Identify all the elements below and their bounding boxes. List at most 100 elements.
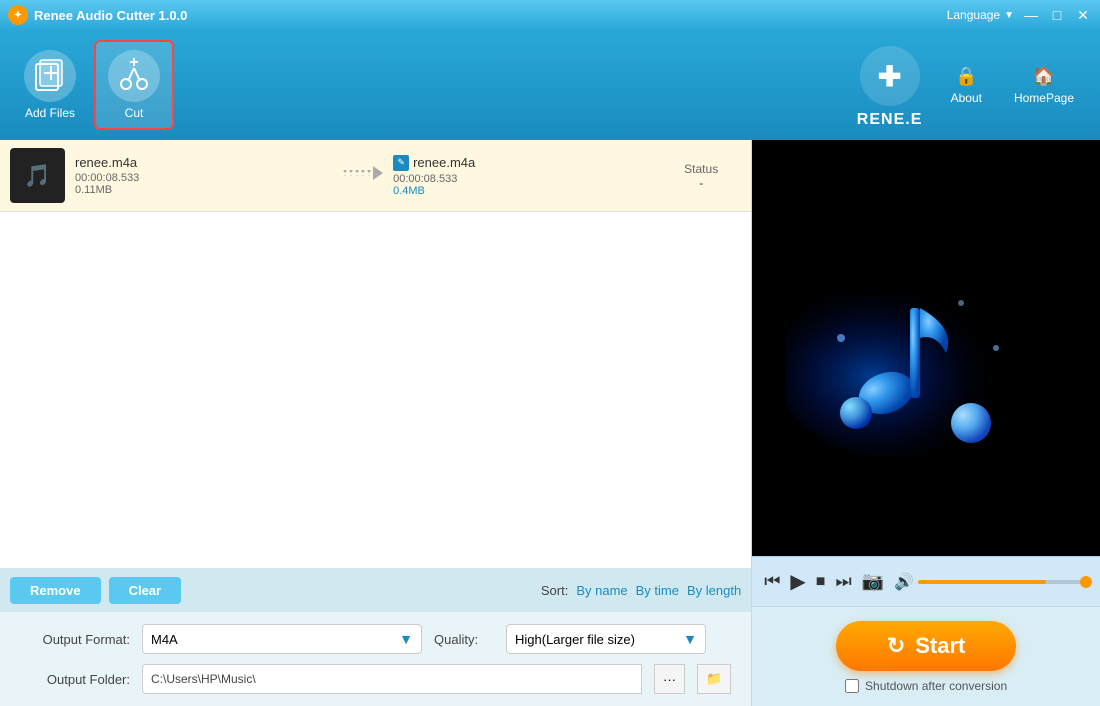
shutdown-checkbox[interactable] [845, 679, 859, 693]
close-button[interactable]: ✕ [1074, 6, 1092, 24]
play-icon: ▶ [790, 569, 805, 594]
output-format-label: Output Format: [20, 632, 130, 647]
rene-logo: ✚ RENE.E [855, 41, 925, 129]
quality-value: High(Larger file size) [515, 632, 635, 647]
title-bar-left: ✦ Renee Audio Cutter 1.0.0 [8, 5, 187, 25]
music-visual [752, 140, 1100, 556]
status-header: Status [661, 162, 741, 176]
shutdown-row: Shutdown after conversion [845, 679, 1007, 693]
source-file-name: renee.m4a [75, 155, 333, 170]
homepage-label: HomePage [1014, 91, 1074, 105]
output-file-size: 0.4MB [393, 185, 651, 197]
cut-button[interactable]: Cut [94, 40, 174, 130]
format-value: M4A [151, 632, 178, 647]
quality-label: Quality: [434, 632, 494, 647]
title-bar: ✦ Renee Audio Cutter 1.0.0 Language ▼ — … [0, 0, 1100, 30]
start-label: Start [915, 633, 965, 659]
sort-label: Sort: [541, 583, 568, 598]
app-logo: ✦ [8, 5, 28, 25]
settings-bar: Output Format: M4A ▼ Quality: High(Large… [0, 612, 751, 706]
volume-thumb[interactable] [1080, 576, 1092, 588]
output-folder-label: Output Folder: [20, 672, 130, 687]
player-controls: ⏮ ▶ ■ ⏭ 📷 🔊 [752, 556, 1100, 606]
about-nav-item[interactable]: 🔒 About [935, 58, 998, 113]
output-file-duration: 00:00:08.533 [393, 173, 651, 185]
add-files-label: Add Files [25, 106, 75, 120]
volume-slider[interactable]: 🔊 [894, 572, 1088, 592]
edit-icon: ✎ [393, 155, 409, 171]
volume-fill [918, 580, 1046, 584]
source-file-duration: 00:00:08.533 [75, 172, 333, 184]
table-row: 🎵 renee.m4a 00:00:08.533 0.11MB [0, 140, 751, 212]
output-file-name: ✎ renee.m4a [393, 155, 651, 171]
skip-back-button[interactable]: ⏮ [764, 571, 780, 592]
file-list: 🎵 renee.m4a 00:00:08.533 0.11MB [0, 140, 751, 568]
rene-logo-img: ✚ [855, 41, 925, 111]
music-note-visual [786, 238, 1066, 458]
skip-forward-icon: ⏭ [835, 571, 851, 592]
format-dropdown-arrow: ▼ [399, 631, 413, 647]
folder-row: Output Folder: C:\Users\HP\Music\ ··· 📁 [20, 664, 731, 694]
start-area: ↻ Start Shutdown after conversion [752, 606, 1100, 706]
sort-area: Sort: By name By time By length [541, 583, 741, 598]
title-bar-right: Language ▼ — □ ✕ [947, 6, 1092, 24]
cut-icon [108, 50, 160, 102]
remove-button[interactable]: Remove [10, 577, 101, 604]
file-thumbnail: 🎵 [10, 148, 65, 203]
quality-select[interactable]: High(Larger file size) ▼ [506, 624, 706, 654]
bottom-controls: Remove Clear Sort: By name By time By le… [0, 568, 751, 612]
preview-area [752, 140, 1100, 556]
folder-open-icon: 📁 [706, 671, 722, 687]
cut-label: Cut [125, 106, 144, 120]
browse-dots-icon: ··· [663, 672, 676, 687]
app-title: Renee Audio Cutter 1.0.0 [34, 8, 187, 23]
restore-button[interactable]: □ [1048, 6, 1066, 24]
folder-path: C:\Users\HP\Music\ [151, 672, 256, 686]
about-icon: 🔒 [955, 66, 977, 87]
skip-forward-button[interactable]: ⏭ [835, 571, 851, 592]
rene-brand-text: RENE.E [857, 111, 923, 129]
screenshot-button[interactable]: 📷 [862, 571, 884, 592]
file-status: Status - [661, 162, 741, 190]
add-files-button[interactable]: Add Files [10, 40, 90, 130]
music-thumb-icon: 🎵 [24, 163, 51, 189]
sort-by-name-link[interactable]: By name [576, 583, 627, 598]
skip-back-icon: ⏮ [764, 571, 780, 592]
homepage-nav-item[interactable]: 🏠 HomePage [998, 58, 1090, 113]
file-source-info: renee.m4a 00:00:08.533 0.11MB [75, 155, 333, 196]
play-button[interactable]: ▶ [790, 569, 805, 594]
left-panel: 🎵 renee.m4a 00:00:08.533 0.11MB [0, 140, 751, 706]
add-files-icon [24, 50, 76, 102]
status-badge: - [661, 176, 741, 190]
volume-icon: 🔊 [894, 572, 914, 592]
clear-button[interactable]: Clear [109, 577, 182, 604]
stop-icon: ■ [816, 573, 826, 591]
file-output-info: ✎ renee.m4a 00:00:08.533 0.4MB [393, 155, 651, 197]
top-nav: ✚ RENE.E 🔒 About 🏠 HomePage [855, 41, 1090, 129]
start-button[interactable]: ↻ Start [836, 621, 1016, 671]
home-icon: 🏠 [1033, 66, 1055, 87]
shutdown-label: Shutdown after conversion [865, 679, 1007, 693]
source-file-size: 0.11MB [75, 184, 333, 196]
stop-button[interactable]: ■ [816, 573, 826, 591]
output-format-select[interactable]: M4A ▼ [142, 624, 422, 654]
open-folder-button[interactable]: 📁 [697, 664, 731, 694]
language-label: Language [947, 8, 1000, 22]
language-selector[interactable]: Language ▼ [947, 8, 1014, 22]
convert-arrow-icon [343, 163, 383, 189]
quality-dropdown-arrow: ▼ [683, 631, 697, 647]
right-panel: ⏮ ▶ ■ ⏭ 📷 🔊 [751, 140, 1100, 706]
browse-folder-button[interactable]: ··· [654, 664, 685, 694]
sort-by-time-link[interactable]: By time [636, 583, 679, 598]
language-dropdown-arrow: ▼ [1004, 10, 1014, 21]
output-folder-input[interactable]: C:\Users\HP\Music\ [142, 664, 642, 694]
start-refresh-icon: ↻ [887, 633, 905, 659]
volume-track [918, 580, 1088, 584]
about-label: About [951, 91, 982, 105]
screenshot-icon: 📷 [862, 571, 884, 592]
format-row: Output Format: M4A ▼ Quality: High(Large… [20, 624, 731, 654]
main-area: 🎵 renee.m4a 00:00:08.533 0.11MB [0, 140, 1100, 706]
minimize-button[interactable]: — [1022, 6, 1040, 24]
toolbar: Add Files Cut ✚ [0, 30, 1100, 140]
sort-by-length-link[interactable]: By length [687, 583, 741, 598]
